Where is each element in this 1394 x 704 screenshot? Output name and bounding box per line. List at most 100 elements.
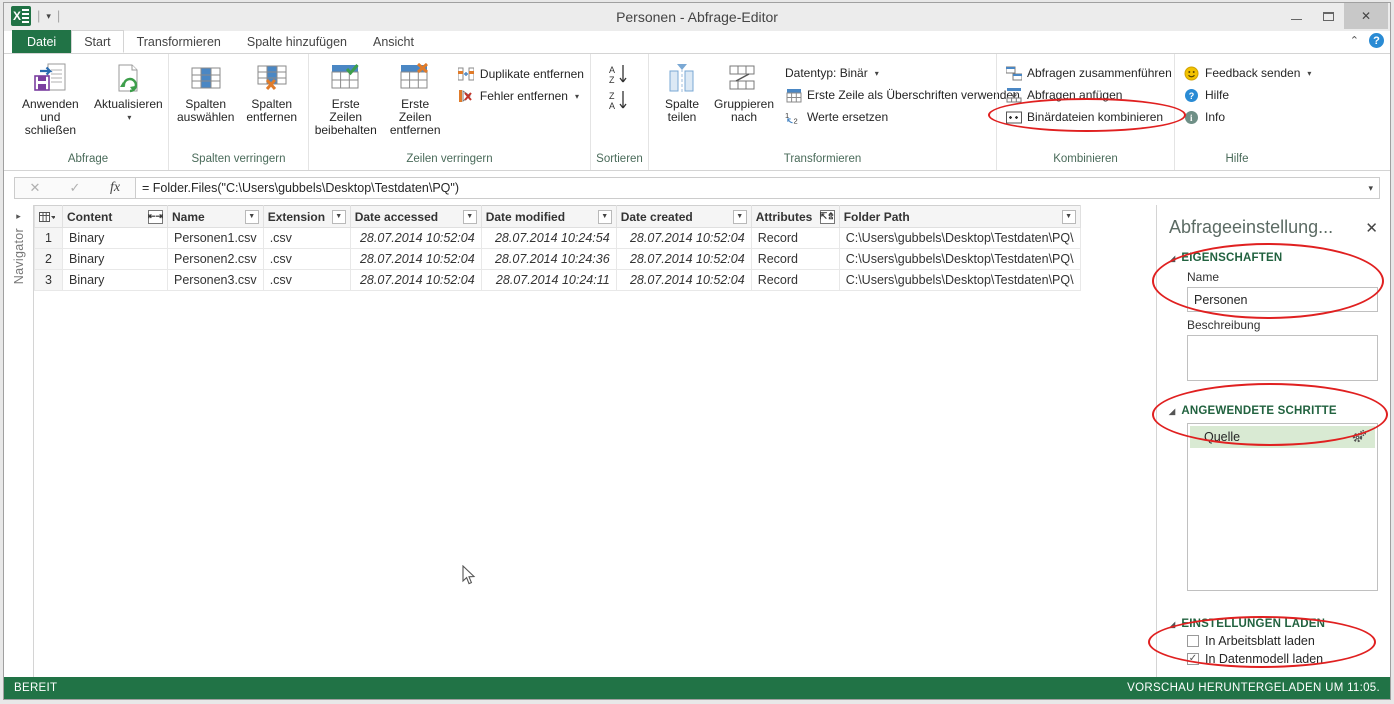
chevron-down-icon[interactable]: ▾: [1368, 183, 1373, 194]
column-header-extension[interactable]: Extension ▼: [262, 205, 351, 228]
remove-columns-button[interactable]: Spalten entfernen: [240, 61, 303, 124]
filter-icon[interactable]: ▼: [462, 209, 477, 224]
section-eigenschaften[interactable]: ◢ EIGENSCHAFTEN: [1169, 252, 1378, 264]
column-header-folder-path[interactable]: Folder Path ▼: [838, 205, 1081, 228]
help-icon[interactable]: ?: [1369, 33, 1384, 48]
checkbox-load-to-datamodel[interactable]: ✓: [1187, 653, 1199, 665]
table-row[interactable]: 2 Binary Personen2.csv .csv 28.07.2014 1…: [34, 248, 1081, 270]
datatype-button[interactable]: Datentyp: Binär ▾: [781, 62, 1024, 84]
info-button[interactable]: i Info: [1179, 106, 1315, 128]
append-queries-icon: [1005, 87, 1022, 104]
section-label-angewendete-schritte: ANGEWENDETE SCHRITTE: [1181, 405, 1337, 417]
sort-ascending-button[interactable]: A Z: [607, 63, 633, 89]
accept-formula-icon[interactable]: ✓: [55, 180, 95, 196]
chevron-down-icon[interactable]: ▾: [875, 69, 879, 78]
cell-name: Personen2.csv: [167, 248, 264, 270]
column-header-attributes[interactable]: Attributes ⇱⇯: [750, 205, 840, 228]
close-button[interactable]: ✕: [1344, 3, 1388, 29]
tab-transformieren[interactable]: Transformieren: [124, 30, 234, 53]
table-row[interactable]: 1 Binary Personen1.csv .csv 28.07.2014 1…: [34, 227, 1081, 249]
group-by-button[interactable]: Gruppieren nach: [713, 61, 775, 124]
column-header-content[interactable]: Content ⇤⇥: [62, 205, 168, 228]
apply-and-close-button[interactable]: Anwenden und schließen: [10, 61, 91, 137]
checkbox-load-to-worksheet[interactable]: [1187, 635, 1199, 647]
cancel-formula-icon[interactable]: ✕: [15, 180, 55, 196]
select-all-columns-button[interactable]: [34, 205, 63, 228]
cell-content[interactable]: Binary: [62, 248, 168, 270]
gear-icon[interactable]: [1352, 429, 1367, 446]
replace-values-button[interactable]: 1 2 Werte ersetzen: [781, 106, 1024, 128]
status-left: BEREIT: [14, 682, 58, 694]
query-description-input[interactable]: [1187, 335, 1378, 381]
collapse-triangle-icon[interactable]: ◢: [1169, 620, 1175, 629]
query-name-input[interactable]: Personen: [1187, 287, 1378, 312]
expand-record-icon[interactable]: ⇱⇯: [820, 209, 835, 224]
main-area: ▸ Navigator Content ⇤⇥ Name ▼ Extension …: [4, 205, 1390, 677]
tab-spalte-hinzufuegen[interactable]: Spalte hinzufügen: [234, 30, 360, 53]
first-row-header-icon: [785, 87, 802, 104]
split-column-icon: [666, 61, 698, 95]
filter-icon[interactable]: ▼: [244, 209, 259, 224]
append-queries-button[interactable]: Abfragen anfügen: [1001, 84, 1176, 106]
close-icon[interactable]: ✕: [1365, 219, 1378, 237]
chevron-down-icon[interactable]: ▾: [1307, 69, 1311, 78]
load-to-datamodel-label: In Datenmodell laden: [1205, 652, 1324, 666]
filter-icon[interactable]: ▼: [732, 209, 747, 224]
applied-step-quelle[interactable]: Quelle: [1190, 426, 1375, 448]
combine-binaries-button[interactable]: Binärdateien kombinieren: [1001, 106, 1176, 128]
window-title: Personen - Abfrage-Editor: [616, 9, 778, 25]
load-to-worksheet-row[interactable]: In Arbeitsblatt laden: [1187, 634, 1378, 648]
cell-content[interactable]: Binary: [62, 227, 168, 249]
filter-icon[interactable]: ▼: [331, 209, 346, 224]
chevron-down-icon[interactable]: ▾: [127, 111, 131, 124]
cell-name: Personen3.csv: [167, 269, 264, 291]
remove-duplicates-button[interactable]: Duplikate entfernen: [454, 63, 588, 85]
help-button[interactable]: ? Hilfe: [1179, 84, 1315, 106]
sort-descending-button[interactable]: Z A: [607, 89, 633, 115]
filter-icon[interactable]: ▼: [597, 209, 612, 224]
remove-first-rows-button[interactable]: Erste Zeilen entfernen: [380, 61, 449, 137]
ribbon-group-label-kombinieren: Kombinieren: [1053, 153, 1118, 165]
maximize-button[interactable]: [1312, 3, 1344, 29]
collapse-triangle-icon[interactable]: ◢: [1169, 254, 1175, 263]
use-first-row-as-headers-button[interactable]: Erste Zeile als Überschriften verwenden: [781, 84, 1024, 106]
column-header-date-accessed[interactable]: Date accessed ▼: [349, 205, 482, 228]
applied-steps-list: Quelle: [1187, 423, 1378, 591]
column-header-date-created[interactable]: Date created ▼: [615, 205, 752, 228]
row-number: 2: [34, 248, 63, 270]
tab-ansicht[interactable]: Ansicht: [360, 30, 427, 53]
cell-attributes[interactable]: Record: [750, 269, 840, 291]
expand-navigator-icon[interactable]: ▸: [16, 211, 21, 222]
collapse-ribbon-icon[interactable]: ⌃: [1350, 34, 1359, 47]
title-bar: | ▾ | Personen - Abfrage-Editor ✕: [4, 3, 1390, 31]
section-einstellungen-laden[interactable]: ◢ EINSTELLUNGEN LADEN: [1169, 618, 1378, 630]
formula-input[interactable]: = Folder.Files("C:\Users\gubbels\Desktop…: [135, 177, 1380, 199]
svg-text:Z: Z: [609, 91, 615, 101]
fx-icon[interactable]: fx: [95, 180, 135, 196]
cell-content[interactable]: Binary: [62, 269, 168, 291]
filter-icon[interactable]: ▼: [1061, 209, 1076, 224]
load-to-datamodel-row[interactable]: ✓ In Datenmodell laden: [1187, 652, 1378, 666]
collapse-triangle-icon[interactable]: ◢: [1169, 407, 1175, 416]
query-editor-window: | ▾ | Personen - Abfrage-Editor ✕ Datei …: [3, 2, 1391, 700]
keep-first-rows-button[interactable]: Erste Zeilen beibehalten: [311, 61, 380, 137]
table-corner-icon: [39, 210, 56, 224]
refresh-button[interactable]: Aktualisieren ▾: [91, 61, 166, 124]
column-header-name[interactable]: Name ▼: [167, 205, 264, 228]
remove-errors-button[interactable]: Fehler entfernen ▾: [454, 85, 588, 107]
tab-start[interactable]: Start: [71, 30, 124, 53]
navigator-rail[interactable]: ▸ Navigator: [4, 205, 34, 677]
chevron-down-icon[interactable]: ▾: [575, 92, 579, 101]
send-feedback-button[interactable]: Feedback senden ▾: [1179, 62, 1315, 84]
merge-queries-button[interactable]: Abfragen zusammenführen: [1001, 62, 1176, 84]
cell-attributes[interactable]: Record: [750, 248, 840, 270]
section-angewendete-schritte[interactable]: ◢ ANGEWENDETE SCHRITTE: [1169, 405, 1378, 417]
tab-datei[interactable]: Datei: [12, 30, 72, 53]
column-header-date-modified[interactable]: Date modified ▼: [480, 205, 617, 228]
choose-columns-button[interactable]: Spalten auswählen: [171, 61, 240, 124]
split-column-button[interactable]: Spalte teilen: [651, 61, 713, 124]
expand-column-icon[interactable]: ⇤⇥: [148, 209, 163, 224]
cell-attributes[interactable]: Record: [750, 227, 840, 249]
table-row[interactable]: 3 Binary Personen3.csv .csv 28.07.2014 1…: [34, 269, 1081, 291]
minimize-button[interactable]: [1280, 3, 1312, 29]
